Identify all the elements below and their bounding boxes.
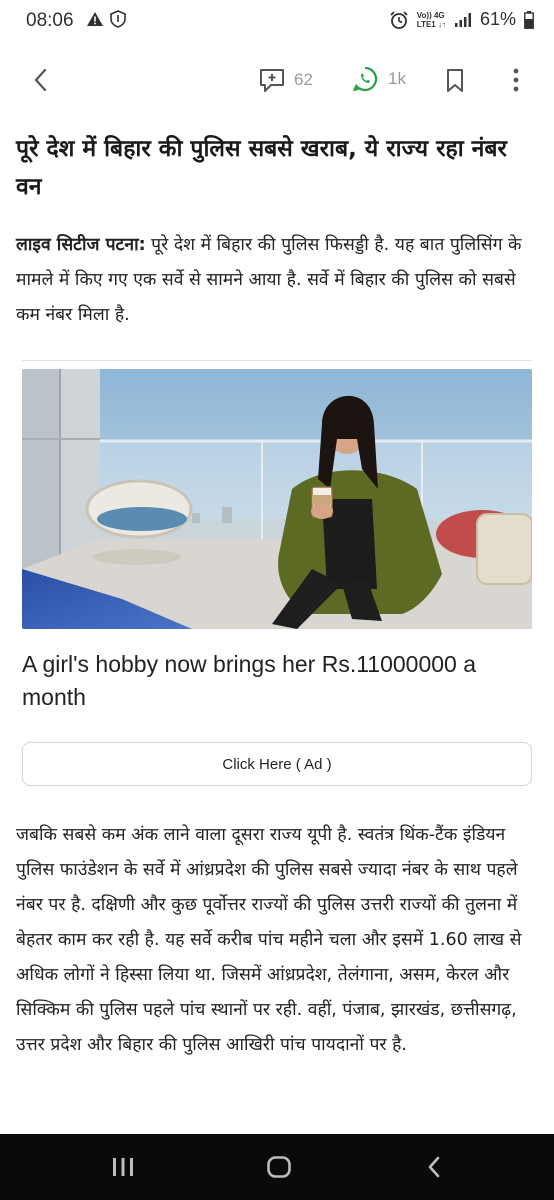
alarm-icon <box>390 10 408 29</box>
home-icon[interactable] <box>266 1156 292 1178</box>
ad-title[interactable]: A girl's hobby now brings her Rs.1100000… <box>22 648 536 714</box>
status-bar: 08:06 Vo)) 4G LTE1 ↓↑ 61% <box>0 0 554 44</box>
battery-percentage: 61% <box>479 9 516 29</box>
signal-icon <box>454 12 471 27</box>
more-options-icon[interactable] <box>510 66 522 94</box>
recent-apps-icon[interactable] <box>110 1156 136 1178</box>
whatsapp-icon <box>353 66 378 92</box>
bookmark-icon[interactable] <box>444 68 466 94</box>
lead-source: लाइव सिटीज पटना: <box>16 235 146 255</box>
article-lead: लाइव सिटीज पटना: पूरे देश में बिहार की प… <box>16 228 540 333</box>
battery-icon <box>524 10 534 29</box>
shield-one-icon <box>110 10 126 28</box>
navigation-bar <box>0 1134 554 1200</box>
warning-icon <box>87 12 103 26</box>
status-system-icons: Vo)) 4G LTE1 ↓↑ 61% <box>389 9 534 30</box>
divider <box>22 360 532 361</box>
ad-photo <box>22 369 532 629</box>
status-notification-icons <box>86 10 126 28</box>
share-count: 1k <box>388 69 406 88</box>
back-arrow-icon[interactable] <box>28 66 56 94</box>
comment-icon <box>260 69 284 92</box>
comments-button[interactable]: 62 <box>258 66 313 94</box>
article-headline: पूरे देश में बिहार की पुलिस सबसे खराब, य… <box>16 136 507 200</box>
network-type-bottom: LTE1 ↓↑ <box>416 19 446 29</box>
network-type-top: Vo)) 4G <box>416 10 445 20</box>
ad-image[interactable] <box>22 369 532 629</box>
article-body: जबकि सबसे कम अंक लाने वाला दूसरा राज्य य… <box>16 825 522 1055</box>
status-time: 08:06 <box>26 10 74 31</box>
article-toolbar: 62 1k <box>0 44 554 116</box>
comment-count: 62 <box>294 70 313 89</box>
network-type-label: Vo)) 4G LTE1 ↓↑ <box>417 11 446 29</box>
ad-click-button[interactable]: Click Here ( Ad ) <box>22 742 532 786</box>
back-icon[interactable] <box>422 1156 448 1178</box>
whatsapp-share-button[interactable]: 1k <box>352 66 406 92</box>
